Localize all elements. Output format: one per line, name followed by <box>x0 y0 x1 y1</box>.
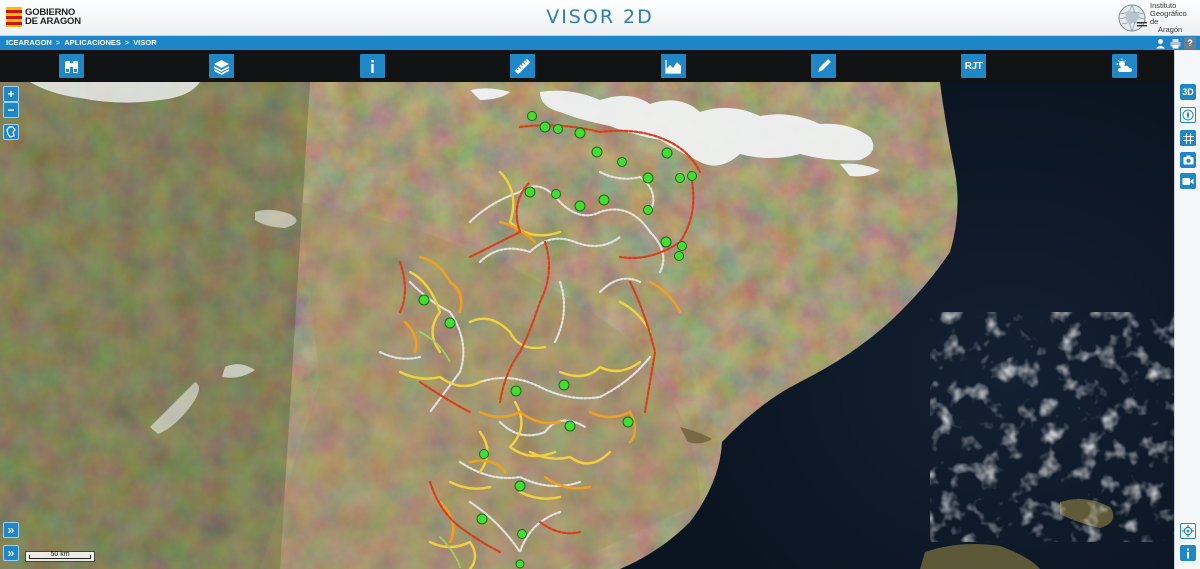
main-toolbar: RJT <box>0 50 1174 82</box>
info-icon[interactable] <box>360 54 385 78</box>
map-canvas[interactable] <box>0 82 1174 569</box>
layers-icon[interactable] <box>209 54 234 78</box>
top-right-actions: ? <box>1154 37 1196 49</box>
expand-tools-button[interactable]: » <box>3 545 19 561</box>
grid-icon[interactable] <box>1180 130 1196 146</box>
user-icon[interactable] <box>1154 37 1166 49</box>
page-title: VISOR 2D <box>546 6 654 28</box>
video-icon[interactable] <box>1180 173 1196 189</box>
zoom-in-button[interactable]: + <box>3 86 19 102</box>
breadcrumb-item-visor[interactable]: VISOR <box>133 38 156 47</box>
help-icon[interactable]: ? <box>1184 37 1196 49</box>
weather-icon[interactable] <box>1112 54 1137 78</box>
breadcrumb-item-icearagon[interactable]: ICEARAGON <box>6 38 52 47</box>
iga-line2: Geográfico de <box>1150 9 1187 26</box>
info-icon[interactable] <box>1180 545 1196 561</box>
breadcrumb: ICEARAGON > APLICACIONES > VISOR ? <box>0 36 1200 50</box>
scale-bar-line <box>29 555 91 559</box>
view-3d-button[interactable]: 3D <box>1180 84 1196 100</box>
print-icon[interactable] <box>1169 37 1181 49</box>
western-vegetation <box>0 82 310 569</box>
pencil-icon[interactable] <box>811 54 836 78</box>
breadcrumb-separator: > <box>55 38 61 47</box>
sea-clouds <box>930 312 1174 542</box>
locate-icon[interactable] <box>1180 523 1196 539</box>
compass-icon[interactable] <box>1180 107 1196 123</box>
app-header: GOBIERNO DE ARAGON VISOR 2D Instituto Ge… <box>0 0 1200 36</box>
zoom-out-button[interactable]: − <box>3 102 19 118</box>
aragon-extent-button[interactable] <box>3 124 19 140</box>
visor-2d-app: GOBIERNO DE ARAGON VISOR 2D Instituto Ge… <box>0 0 1200 569</box>
breadcrumb-separator: > <box>124 38 130 47</box>
breadcrumb-item-aplicaciones[interactable]: APLICACIONES <box>64 38 121 47</box>
rjt-tool[interactable]: RJT <box>961 54 986 78</box>
satellite-map[interactable]: + − » » <box>0 82 1174 569</box>
expand-panel-button[interactable]: » <box>3 522 19 538</box>
scale-bar: 50 km <box>25 551 95 562</box>
iga-text: Instituto Geográfico de Aragón <box>1150 2 1194 34</box>
profile-icon[interactable] <box>661 54 686 78</box>
iga-line3: Aragón <box>1158 25 1183 34</box>
ruler-icon[interactable] <box>510 54 535 78</box>
instituto-geografico-logo[interactable]: Instituto Geográfico de Aragón <box>1116 2 1194 34</box>
right-tool-panel: 3D <box>1174 50 1200 569</box>
camera-icon[interactable] <box>1180 152 1196 168</box>
iga-globe-icon <box>1118 4 1147 32</box>
binoculars-icon[interactable] <box>59 54 84 78</box>
